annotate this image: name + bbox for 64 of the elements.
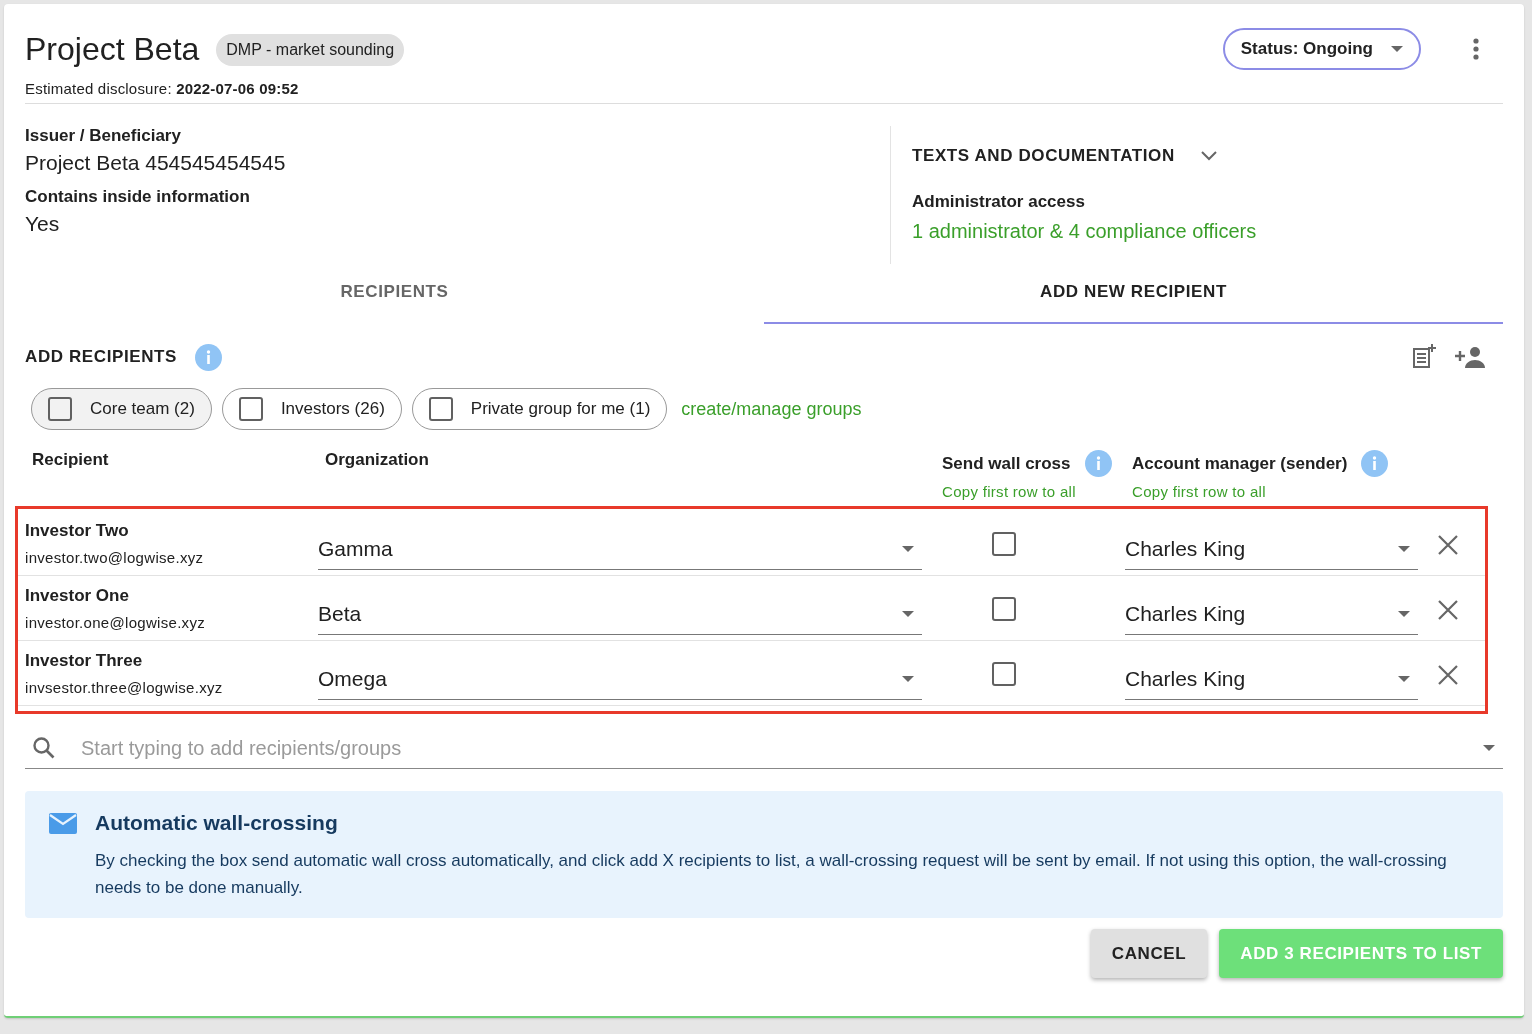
search-field[interactable]: Start typing to add recipients/groups [79, 735, 1459, 761]
checkbox[interactable] [238, 397, 263, 421]
account-manager-dropdown[interactable]: Charles King [1125, 593, 1418, 635]
search-icon [33, 737, 55, 759]
account-manager-dropdown[interactable]: Charles King [1125, 658, 1418, 700]
caret-icon [1483, 745, 1495, 751]
caret-icon [1398, 675, 1410, 682]
recipient-email: investor.one@logwise.xyz [25, 613, 206, 631]
close-icon[interactable] [1438, 665, 1458, 685]
group-chip[interactable]: Core team (2) [31, 388, 212, 430]
field-label: Issuer / Beneficiary [25, 126, 182, 146]
checkbox[interactable] [428, 397, 453, 421]
copy-first-row-link[interactable]: Copy first row to all [1132, 483, 1425, 500]
field-label: Contains inside information [25, 187, 251, 207]
cancel-button[interactable]: CANCEL [1090, 929, 1208, 978]
checkbox[interactable] [992, 662, 1016, 686]
checkbox[interactable] [992, 532, 1016, 556]
category-tag: DMP - market sounding [216, 34, 405, 66]
caret-icon [1391, 46, 1403, 52]
group-label: Private group for me (1) [470, 399, 651, 419]
more-options-icon[interactable] [1473, 38, 1479, 60]
page-title: Project Beta [25, 30, 200, 68]
caret-icon [902, 610, 914, 617]
recipient-name: Investor Three [25, 650, 144, 671]
copy-first-row-link[interactable]: Copy first row to all [942, 483, 1132, 500]
add-person-icon[interactable] [1455, 346, 1487, 368]
field-value: Yes [25, 212, 61, 236]
tab[interactable]: RECIPIENTS [25, 270, 764, 324]
group-label: Core team (2) [90, 399, 195, 419]
column-header: Organization [325, 450, 429, 470]
checkbox[interactable] [48, 397, 72, 421]
column-header: Account manager (sender) [1132, 453, 1348, 474]
organization-dropdown[interactable]: Omega [318, 658, 922, 700]
caret-icon [902, 545, 914, 552]
recipient-name: Investor One [25, 585, 130, 606]
recipient-email: invsestor.three@logwise.xyz [25, 678, 224, 696]
group-chip[interactable]: Private group for me (1) [411, 388, 668, 430]
mail-icon [49, 813, 77, 835]
close-icon[interactable] [1438, 600, 1458, 620]
field-value: Project Beta 454545454545 [25, 151, 287, 175]
status-dropdown[interactable]: Status: Ongoing [1222, 28, 1421, 70]
disclosure-text: Estimated disclosure: 2022-07-06 09:52 [25, 80, 1503, 104]
checkbox[interactable] [992, 597, 1016, 621]
section-title: TEXTS AND DOCUMENTATION [912, 146, 1175, 166]
group-chip[interactable]: Investors (26) [221, 388, 402, 430]
column-header: Recipient [32, 450, 109, 470]
note-add-icon[interactable] [1411, 344, 1437, 370]
organization-dropdown[interactable]: Beta [318, 593, 922, 635]
chevron-icon[interactable] [1200, 151, 1217, 161]
recipient-name: Investor Two [25, 520, 130, 541]
account-manager-dropdown[interactable]: Charles King [1125, 528, 1418, 570]
banner-text: By checking the box send automatic wall cross automatically, and click add X recipients to list, a wall-crossing request will be sent by email. If not using this option, the wall-crossing needs to be done manually. [95, 850, 1448, 899]
recipient-email: investor.two@logwise.xyz [25, 548, 205, 566]
field-label: Administrator access [912, 192, 1086, 212]
section-title: ADD RECIPIENTS [25, 347, 177, 367]
caret-icon [902, 675, 914, 682]
close-icon[interactable] [1438, 535, 1458, 555]
caret-icon [1398, 545, 1410, 552]
group-label: Investors (26) [280, 399, 385, 419]
banner-title: Automatic wall-crossing [95, 811, 339, 835]
column-header: Send wall cross [942, 453, 1071, 474]
caret-icon [1398, 610, 1410, 617]
organization-dropdown[interactable]: Gamma [318, 528, 922, 570]
tab[interactable]: ADD NEW RECIPIENT [764, 270, 1503, 324]
